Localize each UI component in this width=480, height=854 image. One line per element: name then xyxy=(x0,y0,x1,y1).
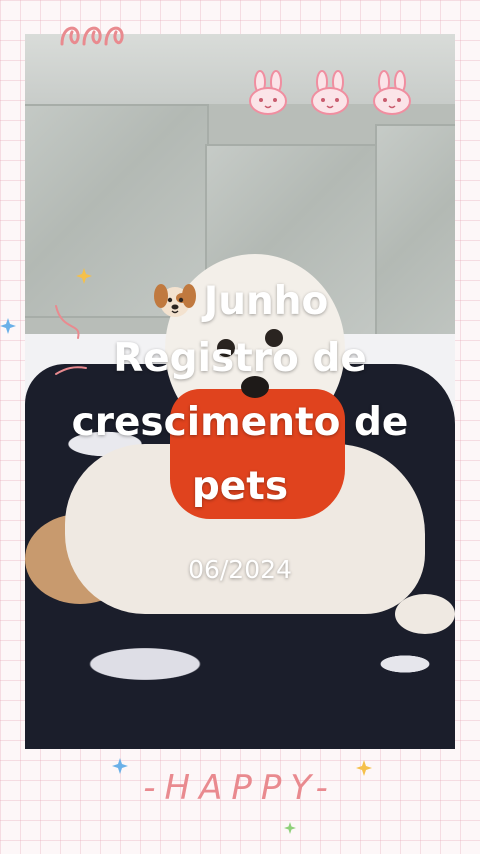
bunny-face-icon xyxy=(249,70,287,115)
star-sparkle-icon xyxy=(284,822,296,834)
swirl-doodle-icon xyxy=(60,26,124,46)
pet-photo xyxy=(25,34,455,749)
star-sparkle-icon xyxy=(0,318,16,334)
bunny-face-icon xyxy=(373,70,411,115)
title-line-3: crescimento de xyxy=(71,400,409,445)
title-line-4: pets xyxy=(191,464,289,509)
dog-face-icon xyxy=(153,284,196,317)
title-line-2: Registro de xyxy=(113,336,367,381)
title-line-1: Junho xyxy=(25,276,455,325)
happy-label: -HAPPY- xyxy=(143,768,337,808)
date-label: 06/2024 xyxy=(188,555,292,584)
photo-dog-paw xyxy=(395,594,455,634)
title-month: Junho xyxy=(203,279,329,324)
bunny-face-icon xyxy=(311,70,349,115)
